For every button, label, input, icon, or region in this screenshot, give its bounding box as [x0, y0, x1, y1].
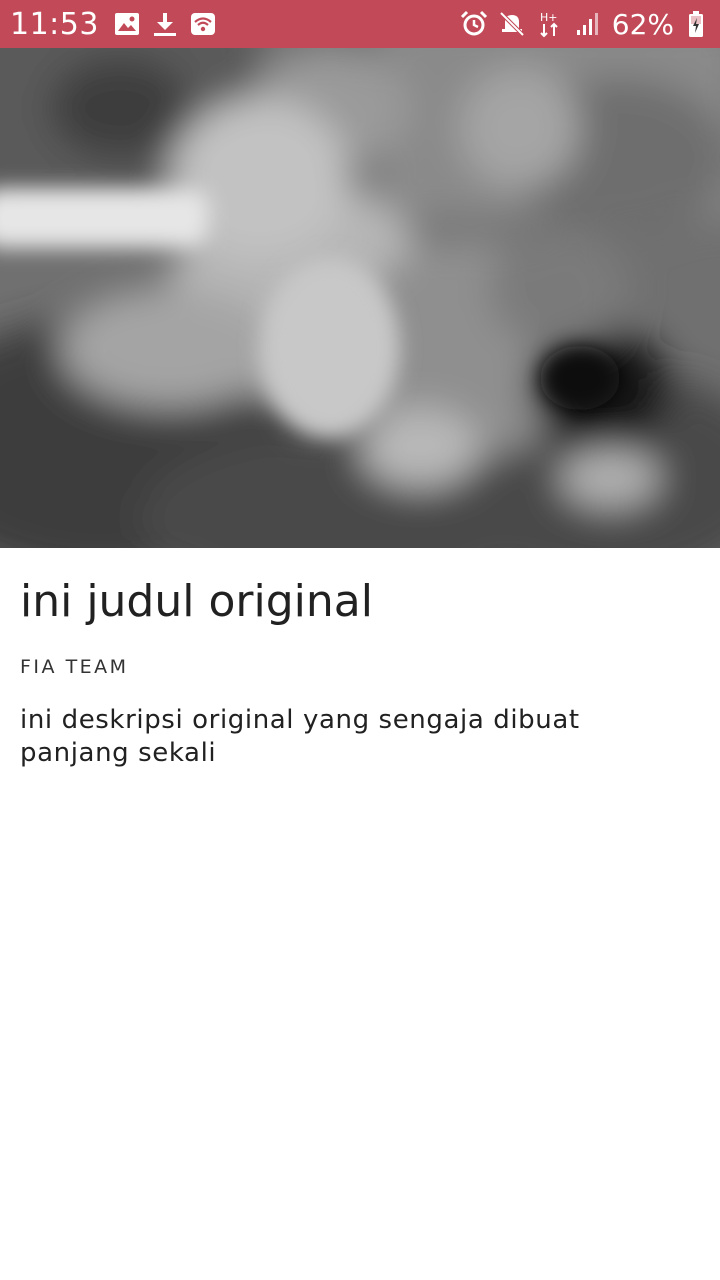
alarm-icon: [460, 10, 488, 38]
mute-icon: [498, 10, 526, 38]
article-content: ini judul original FIA TEAM ini deskrips…: [0, 548, 720, 770]
svg-text:H+: H+: [540, 11, 558, 24]
signal-icon: [574, 10, 602, 38]
article-description: ini deskripsi original yang sengaja dibu…: [20, 705, 580, 768]
battery-percent: 62%: [611, 7, 674, 41]
screen: 11:53 H+ 62% ini judul original FIA TEAM…: [0, 0, 720, 1280]
article-author: FIA TEAM: [20, 656, 129, 678]
battery-icon: [682, 10, 710, 38]
status-bar: 11:53 H+ 62%: [0, 0, 720, 48]
article-image: [0, 48, 720, 548]
image-icon: [113, 10, 141, 38]
download-icon: [151, 10, 179, 38]
wifi-hotspot-icon: [189, 10, 217, 38]
article-title: ini judul original: [20, 576, 373, 627]
status-time: 11:53: [10, 6, 99, 42]
data-transfer-icon: H+: [536, 10, 564, 38]
